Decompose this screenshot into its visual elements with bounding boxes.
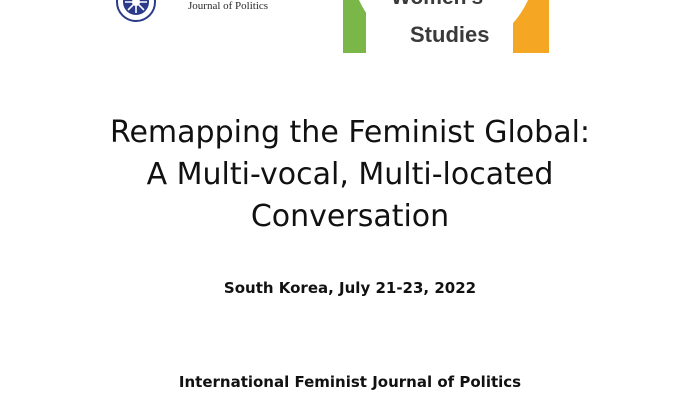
title-line-2: A Multi-vocal, Multi-located [146, 157, 554, 192]
logo-womens-text: Women's [391, 0, 483, 10]
ifjp-logo: Journal of Politics [108, 0, 298, 24]
journal-seal-icon [116, 0, 156, 22]
womens-studies-logo: Women's Studies [343, 0, 549, 53]
journal-logo-text: Journal of Politics [188, 0, 269, 12]
logo-studies-text: Studies [410, 22, 490, 47]
event-location-date: South Korea, July 21-23, 2022 [223, 279, 477, 297]
title-line-1: Remapping the Feminist Global: [109, 115, 591, 150]
organizer-name: International Feminist Journal of Politi… [178, 373, 522, 391]
page-title: Remapping the Feminist Global: A Multi-v… [0, 112, 700, 238]
title-line-3: Conversation [250, 199, 450, 234]
